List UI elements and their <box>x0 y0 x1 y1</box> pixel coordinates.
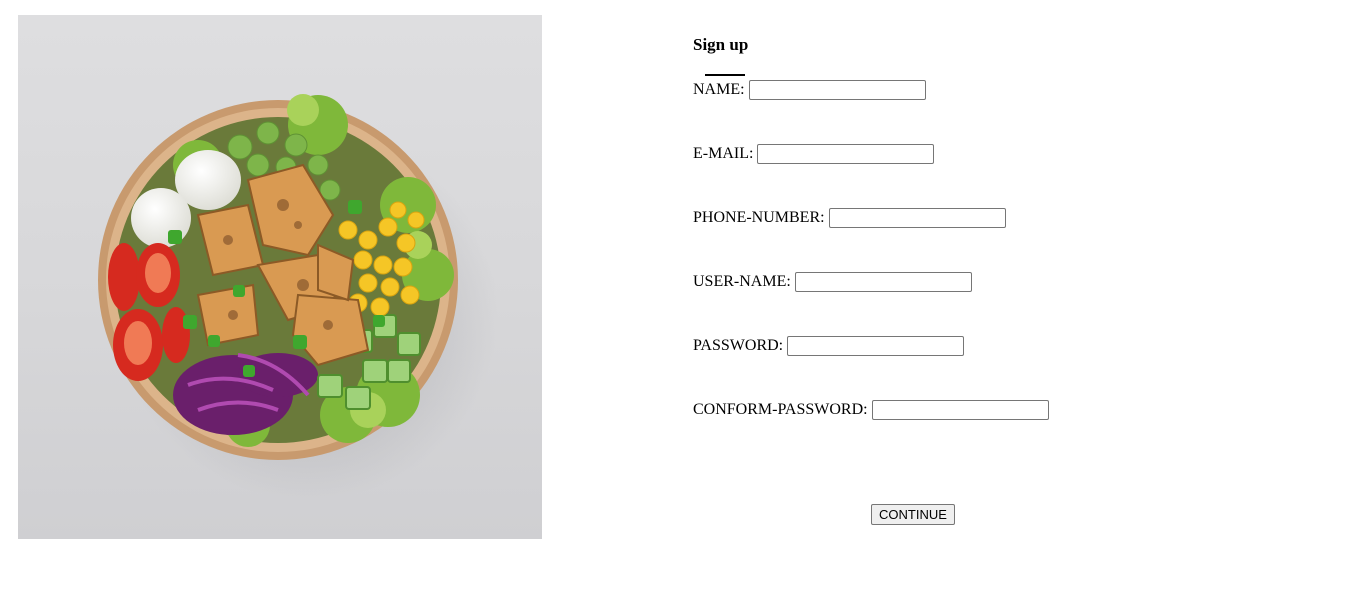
phone-number-field: PHONE-NUMBER: <box>693 207 1006 229</box>
phone-number-label: PHONE-NUMBER: <box>693 209 825 226</box>
title-underline <box>705 74 745 76</box>
continue-button[interactable]: CONTINUE <box>871 504 955 525</box>
email-label: E-MAIL: <box>693 145 754 162</box>
password-label: PASSWORD: <box>693 337 784 354</box>
user-name-input[interactable] <box>794 272 972 292</box>
salad-bowl-illustration <box>98 94 498 500</box>
confirm-password-field: CONFORM-PASSWORD: <box>693 399 1049 421</box>
signup-form: Sign up NAME: E-MAIL: PHONE-NUMBER: USER… <box>693 30 1213 525</box>
email-field: E-MAIL: <box>693 143 935 165</box>
salad-bowl-image <box>18 15 542 539</box>
password-input[interactable] <box>787 336 965 356</box>
name-field: NAME: <box>693 79 926 101</box>
name-label: NAME: <box>693 81 745 98</box>
form-title: Sign up <box>693 35 749 54</box>
email-input[interactable] <box>757 144 935 164</box>
phone-number-input[interactable] <box>828 208 1006 228</box>
user-name-label: USER-NAME: <box>693 273 791 290</box>
password-field: PASSWORD: <box>693 335 965 357</box>
name-input[interactable] <box>748 80 926 100</box>
confirm-password-label: CONFORM-PASSWORD: <box>693 401 868 418</box>
user-name-field: USER-NAME: <box>693 271 972 293</box>
signup-page: Sign up NAME: E-MAIL: PHONE-NUMBER: USER… <box>0 0 1350 613</box>
confirm-password-input[interactable] <box>871 400 1049 420</box>
